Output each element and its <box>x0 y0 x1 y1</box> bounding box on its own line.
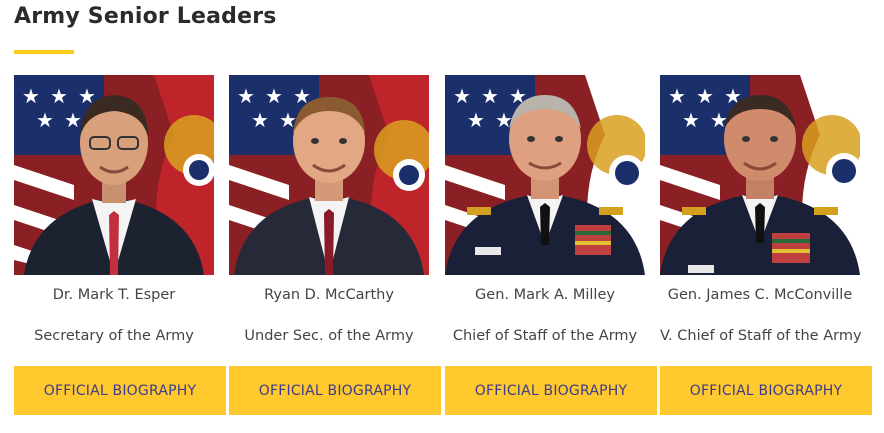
svg-text:★: ★ <box>36 108 54 132</box>
section-title: Army Senior Leaders <box>14 4 277 29</box>
svg-text:★: ★ <box>481 84 499 108</box>
official-biography-button[interactable]: OFFICIAL BIOGRAPHY <box>445 366 657 415</box>
leader-name: Dr. Mark T. Esper <box>52 287 176 303</box>
svg-text:★: ★ <box>696 84 714 108</box>
official-biography-button[interactable]: OFFICIAL BIOGRAPHY <box>229 366 441 415</box>
leader-card: ★ ★ ★ ★ ★ <box>445 75 657 415</box>
svg-text:★: ★ <box>237 84 255 108</box>
portrait-image: ★ ★ ★ ★ ★ <box>229 75 429 275</box>
official-biography-button[interactable]: OFFICIAL BIOGRAPHY <box>14 366 226 415</box>
leader-title: Under Sec. of the Army <box>244 328 414 344</box>
leader-title: Secretary of the Army <box>34 328 194 344</box>
portrait-image: ★ ★ ★ ★ ★ <box>660 75 860 275</box>
svg-text:★: ★ <box>265 84 283 108</box>
portrait-image: ★ ★ ★ ★ ★ <box>14 75 214 275</box>
svg-text:★: ★ <box>453 84 471 108</box>
leader-name: Gen. Mark A. Milley <box>475 287 615 303</box>
svg-text:★: ★ <box>682 108 700 132</box>
leader-card: ★ ★ ★ ★ ★ Dr. Mark T. Esper Secretary of… <box>14 75 226 415</box>
leader-title: V. Chief of Staff of the Army <box>660 328 862 344</box>
leader-portrait[interactable]: ★ ★ ★ ★ ★ <box>229 75 429 275</box>
leader-name: Gen. James C. McConville <box>667 287 853 303</box>
svg-text:★: ★ <box>668 84 686 108</box>
svg-text:★: ★ <box>50 84 68 108</box>
leader-card: ★ ★ ★ ★ ★ Ryan D. McCarthy Under Sec. of… <box>229 75 441 415</box>
svg-text:★: ★ <box>64 108 82 132</box>
official-biography-button[interactable]: OFFICIAL BIOGRAPHY <box>660 366 872 415</box>
svg-text:★: ★ <box>22 84 40 108</box>
svg-text:★: ★ <box>467 108 485 132</box>
leader-name: Ryan D. McCarthy <box>264 287 394 303</box>
portrait-image: ★ ★ ★ ★ ★ <box>445 75 645 275</box>
svg-text:★: ★ <box>251 108 269 132</box>
leader-title: Chief of Staff of the Army <box>452 328 638 344</box>
leader-portrait[interactable]: ★ ★ ★ ★ ★ <box>660 75 860 275</box>
leader-card: ★ ★ ★ ★ ★ <box>660 75 872 415</box>
leader-portrait[interactable]: ★ ★ ★ ★ ★ <box>445 75 645 275</box>
leader-portrait[interactable]: ★ ★ ★ ★ ★ <box>14 75 214 275</box>
title-underline <box>14 50 74 54</box>
